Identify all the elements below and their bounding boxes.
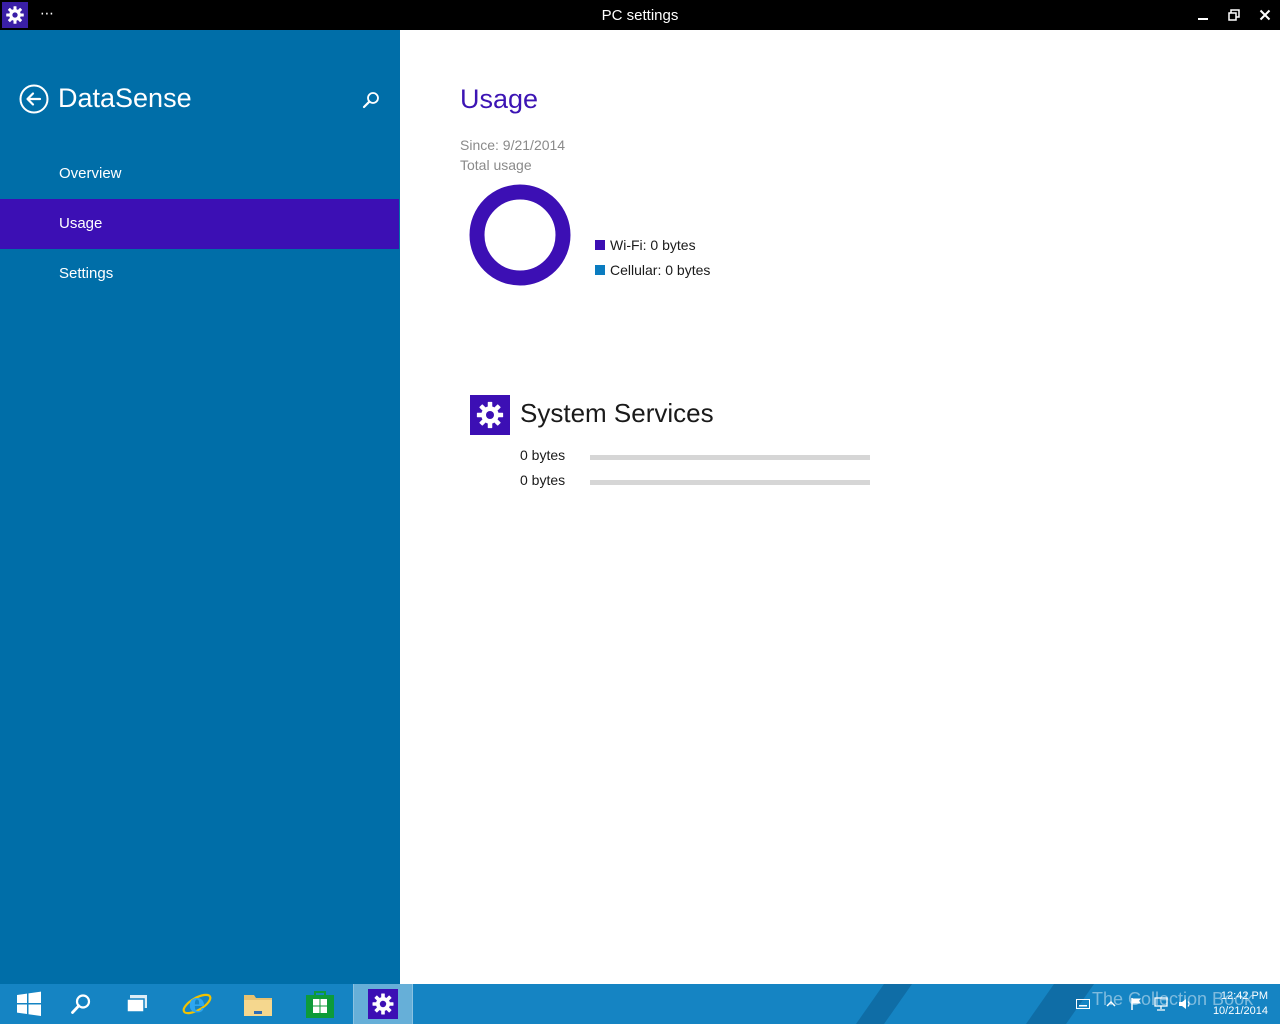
nav-title: DataSense xyxy=(58,83,192,113)
title-bar: ⋯ PC settings xyxy=(0,0,1280,30)
nav-pane: DataSense Overview Usage Settings xyxy=(0,30,400,984)
clock-date: 10/21/2014 xyxy=(1212,1005,1268,1017)
legend-cellular: Cellular: 0 bytes xyxy=(595,262,710,278)
svg-text:e: e xyxy=(189,989,206,1019)
taskbar: e The Collection Book 12:42 PM 10/21/201… xyxy=(0,984,1280,1024)
volume-icon[interactable] xyxy=(1177,996,1193,1012)
keyboard-icon[interactable] xyxy=(1075,996,1091,1012)
nav-item-overview[interactable]: Overview xyxy=(0,149,399,199)
show-hidden-icons[interactable] xyxy=(1103,996,1119,1012)
start-icon[interactable] xyxy=(0,984,58,1024)
service-cellular-bar xyxy=(590,480,870,485)
nav-item-settings[interactable]: Settings xyxy=(0,249,399,299)
action-center-flag-icon[interactable] xyxy=(1128,996,1144,1012)
legend-wifi: Wi-Fi: 0 bytes xyxy=(595,237,696,253)
content-pane: Usage Since: 9/21/2014 Total usage Wi-Fi… xyxy=(400,30,1280,984)
restore-button[interactable] xyxy=(1219,0,1249,30)
pc-settings-icon[interactable] xyxy=(353,984,413,1024)
file-explorer-icon[interactable] xyxy=(229,984,287,1024)
store-icon[interactable] xyxy=(291,984,349,1024)
internet-explorer-icon[interactable]: e xyxy=(168,984,226,1024)
total-usage-label: Total usage xyxy=(460,157,532,173)
legend-cellular-label: Cellular: 0 bytes xyxy=(610,262,711,278)
search-icon[interactable] xyxy=(361,90,381,110)
service-cellular-value: 0 bytes xyxy=(520,472,566,488)
legend-wifi-swatch xyxy=(595,240,605,250)
network-icon[interactable] xyxy=(1153,996,1169,1012)
since-date: Since: 9/21/2014 xyxy=(460,137,566,153)
gear-icon xyxy=(470,395,510,435)
minimize-button[interactable] xyxy=(1188,0,1218,30)
taskbar-decoration xyxy=(855,984,913,1024)
back-arrow-icon xyxy=(19,84,49,114)
service-wifi-bar xyxy=(590,455,870,460)
search-icon[interactable] xyxy=(52,984,110,1024)
clock-time: 12:42 PM xyxy=(1220,990,1268,1002)
nav-item-usage[interactable]: Usage xyxy=(0,199,399,249)
back-button[interactable] xyxy=(19,84,49,114)
usage-donut-chart xyxy=(469,184,571,286)
service-wifi-value: 0 bytes xyxy=(520,447,566,463)
close-button[interactable] xyxy=(1250,0,1280,30)
legend-wifi-label: Wi-Fi: 0 bytes xyxy=(610,237,696,253)
legend-cellular-swatch xyxy=(595,265,605,275)
page-title: Usage xyxy=(460,84,539,114)
service-name[interactable]: System Services xyxy=(520,398,714,429)
clock[interactable]: 12:42 PM 10/21/2014 xyxy=(1196,989,1268,1019)
task-view-icon[interactable] xyxy=(108,984,166,1024)
window-title: PC settings xyxy=(601,7,679,24)
